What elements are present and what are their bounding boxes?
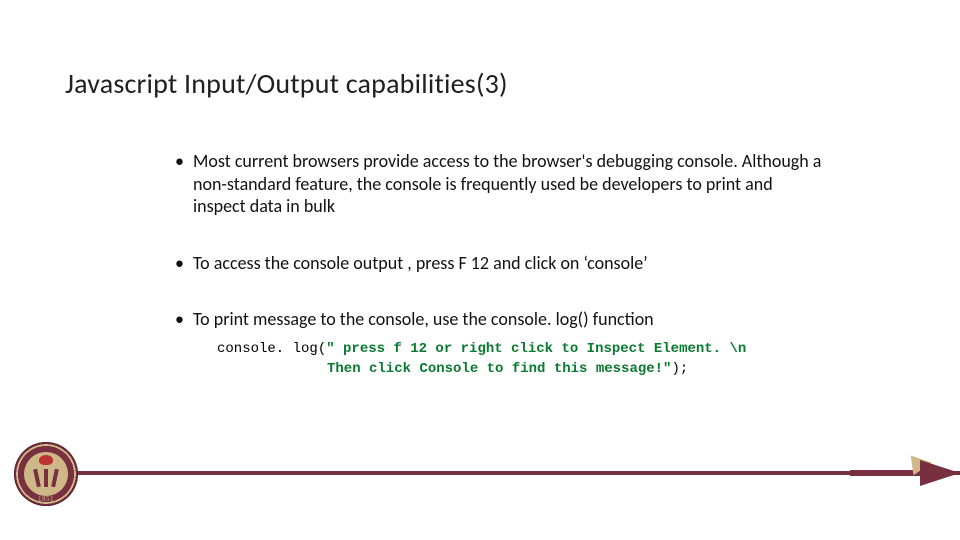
code-string-2: Then click Console to find this message!…	[327, 361, 671, 377]
code-line-1: console. log(" press f 12 or right click…	[217, 339, 825, 359]
seal-year: 1851	[14, 495, 78, 503]
fsu-seal-icon: 1851	[14, 442, 78, 506]
bullet-list: Most current browsers provide access to …	[175, 150, 825, 379]
spear-icon	[850, 460, 960, 486]
bullet-item-2: To access the console output , press F 1…	[175, 252, 825, 275]
bullet-item-3-text: To print message to the console, use the…	[193, 308, 654, 330]
bullet-item-3: To print message to the console, use the…	[175, 308, 825, 379]
bullet-item-1: Most current browsers provide access to …	[175, 150, 825, 218]
slide-title: Javascript Input/Output capabilities(3)	[65, 66, 508, 101]
slide: Javascript Input/Output capabilities(3) …	[0, 0, 960, 540]
content-area: Most current browsers provide access to …	[175, 150, 825, 413]
code-call: console. log(	[217, 341, 326, 357]
code-string-1: " press f 12 or right click to Inspect E…	[326, 341, 746, 357]
code-example: console. log(" press f 12 or right click…	[217, 339, 825, 380]
code-line-2: Then click Console to find this message!…	[327, 359, 825, 379]
code-suffix: );	[671, 361, 688, 377]
footer-divider	[78, 471, 960, 475]
